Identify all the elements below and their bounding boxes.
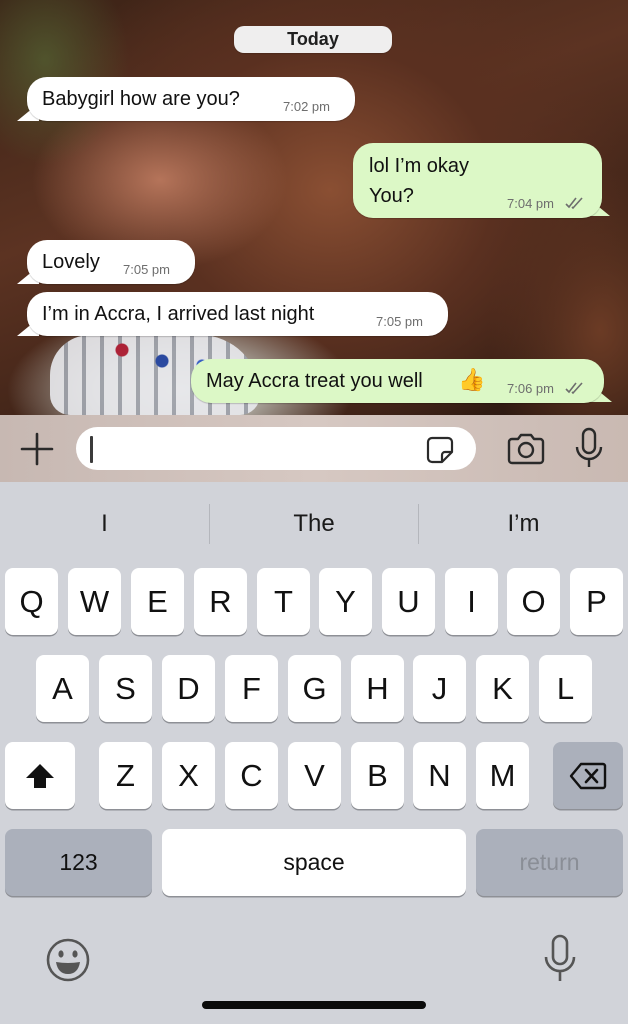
message-bubble-outgoing[interactable]: May Accra treat you well 👍 7:06 pm (191, 359, 604, 403)
message-bubble-incoming[interactable]: I’m in Accra, I arrived last night 7:05 … (27, 292, 448, 336)
dictation-mic-icon[interactable] (543, 934, 577, 984)
key-d[interactable]: D (162, 655, 215, 722)
key-o[interactable]: O (507, 568, 560, 635)
key-q[interactable]: Q (5, 568, 58, 635)
suggestion-2[interactable]: The (210, 482, 418, 565)
message-time: 7:05 pm (376, 314, 423, 329)
microphone-icon[interactable] (574, 427, 604, 469)
message-time: 7:02 pm (283, 99, 330, 114)
home-indicator[interactable] (202, 1001, 426, 1009)
message-text: May Accra treat you well (206, 370, 423, 392)
plus-icon[interactable] (20, 432, 54, 466)
key-y[interactable]: Y (319, 568, 372, 635)
message-input-bar (0, 415, 628, 482)
key-h[interactable]: H (351, 655, 404, 722)
shift-key[interactable] (5, 742, 75, 809)
key-l[interactable]: L (539, 655, 592, 722)
message-time: 7:05 pm (123, 262, 170, 277)
key-k[interactable]: K (476, 655, 529, 722)
message-text: Lovely (42, 251, 100, 273)
key-z[interactable]: Z (99, 742, 152, 809)
key-c[interactable]: C (225, 742, 278, 809)
message-text: I’m in Accra, I arrived last night (42, 303, 315, 325)
key-u[interactable]: U (382, 568, 435, 635)
message-time: 7:04 pm (507, 196, 554, 211)
sticker-icon[interactable] (426, 436, 454, 464)
message-bubble-incoming[interactable]: Lovely 7:05 pm (27, 240, 195, 284)
key-r[interactable]: R (194, 568, 247, 635)
shift-icon (26, 763, 54, 788)
numbers-key[interactable]: 123 (5, 829, 152, 896)
key-b[interactable]: B (351, 742, 404, 809)
read-double-check-icon (565, 382, 583, 395)
message-bubble-incoming[interactable]: Babygirl how are you? 7:02 pm (27, 77, 355, 121)
key-g[interactable]: G (288, 655, 341, 722)
key-w[interactable]: W (68, 568, 121, 635)
message-input[interactable] (76, 427, 476, 470)
key-p[interactable]: P (570, 568, 623, 635)
message-text: Babygirl how are you? (42, 88, 240, 110)
read-double-check-icon (565, 197, 583, 210)
key-f[interactable]: F (225, 655, 278, 722)
space-key[interactable]: space (162, 829, 466, 896)
chat-background: Today Babygirl how are you? 7:02 pm lol … (0, 0, 628, 415)
return-key[interactable]: return (476, 829, 623, 896)
message-text-line1: lol I’m okay (369, 155, 470, 177)
key-j[interactable]: J (413, 655, 466, 722)
key-i[interactable]: I (445, 568, 498, 635)
date-separator: Today (234, 26, 392, 53)
emoji-icon[interactable] (45, 937, 91, 983)
message-time: 7:06 pm (507, 381, 554, 396)
key-m[interactable]: M (476, 742, 529, 809)
key-e[interactable]: E (131, 568, 184, 635)
key-s[interactable]: S (99, 655, 152, 722)
message-bubble-outgoing[interactable]: lol I’m okay You? 7:04 pm (353, 143, 602, 218)
text-caret (90, 436, 93, 463)
key-a[interactable]: A (36, 655, 89, 722)
suggestion-3[interactable]: I’m (419, 482, 628, 565)
delete-icon (569, 762, 607, 789)
key-x[interactable]: X (162, 742, 215, 809)
thumbs-up-emoji: 👍 (458, 367, 486, 392)
camera-icon[interactable] (506, 432, 546, 466)
message-text-line2: You? (369, 185, 414, 207)
delete-key[interactable] (553, 742, 623, 809)
suggestion-1[interactable]: I (0, 482, 209, 565)
key-n[interactable]: N (413, 742, 466, 809)
key-t[interactable]: T (257, 568, 310, 635)
key-v[interactable]: V (288, 742, 341, 809)
keyboard: I The I’m Q W E R T Y U I O P A S D F G … (0, 482, 628, 1024)
